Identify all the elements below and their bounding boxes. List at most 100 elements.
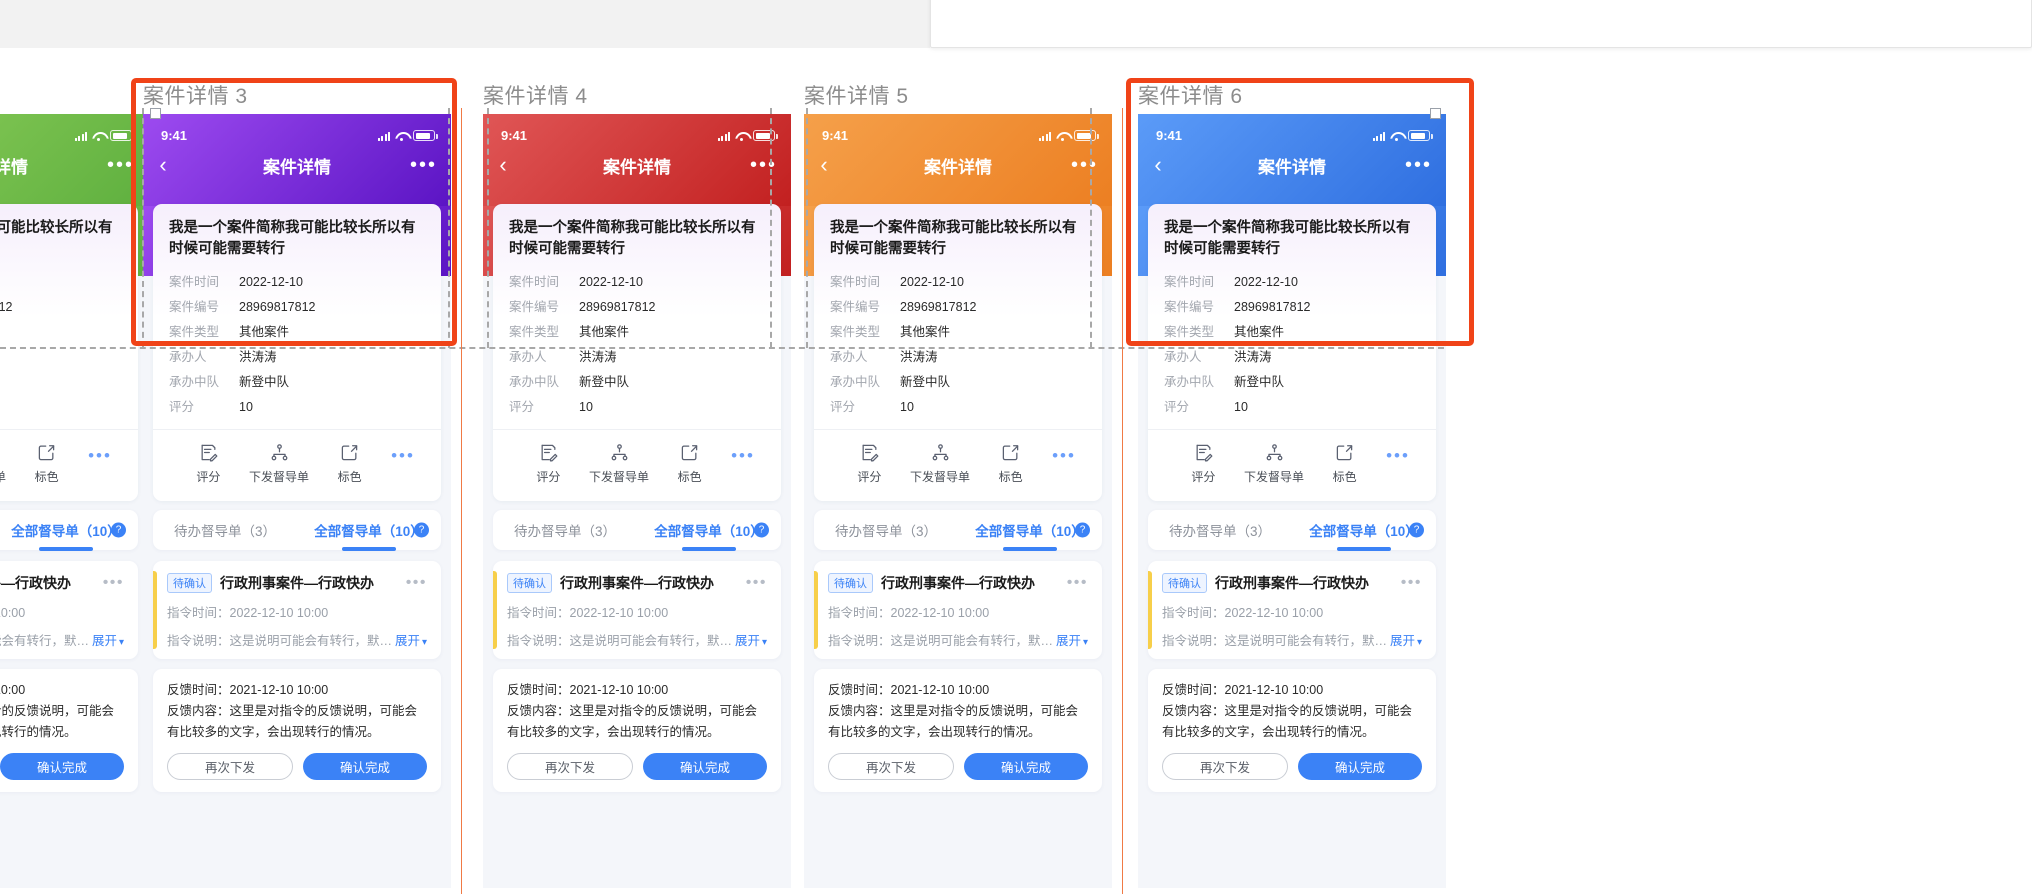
selection-handle-frame-3[interactable]	[150, 108, 161, 119]
action-more-button[interactable]: •••	[385, 442, 421, 466]
instruction-header: 待确认 行政刑事案件—行政快办 •••	[507, 573, 767, 593]
navigation-bar: ‹ 案件详情 •••	[143, 143, 451, 187]
action-button-2[interactable]: 标色	[11, 442, 82, 485]
action-button-1[interactable]: 下发督导单	[905, 442, 976, 485]
case-detail-card: 我是一个案件简称我可能比较长所以有时候可能需要转行 案件时间 2022-12-1…	[814, 204, 1102, 501]
tab-0[interactable]: 待办督导单（3）	[814, 520, 958, 540]
action-button-1[interactable]: 下发督导单	[244, 442, 315, 485]
ellipsis-icon[interactable]: •••	[1067, 575, 1088, 590]
feedback-button-label: 确认完成	[679, 761, 730, 775]
help-icon[interactable]: ?	[414, 522, 429, 538]
tab-0[interactable]: 待办督导单（3）	[1148, 520, 1292, 540]
tab-0[interactable]: 待办督导单（3）	[493, 520, 637, 540]
ellipsis-icon[interactable]: •••	[746, 575, 767, 590]
artboard-case-detail-3[interactable]: 案件详情 3 9:41 ‹ 案件详情 ••• 我是一个案件简称我可能比较长所以有…	[143, 84, 451, 888]
action-button-1[interactable]: 下发督导单	[0, 442, 11, 485]
page-title: 案件详情	[1258, 157, 1326, 177]
battery-icon	[1074, 130, 1099, 141]
ellipsis-icon[interactable]: •••	[103, 575, 124, 590]
action-more-button[interactable]: •••	[82, 442, 118, 466]
tab-label: 全部督导单（10）	[314, 524, 424, 539]
signal-bars-icon	[1038, 131, 1051, 141]
org-tree-icon	[0, 442, 11, 462]
instruction-card[interactable]: 待确认 行政刑事案件—行政快办 ••• 指令时间：2022-12-10 10:0…	[153, 561, 441, 659]
action-button-2[interactable]: 标色	[314, 442, 385, 485]
feedback-button-1[interactable]: 确认完成	[643, 753, 767, 780]
alignment-guide-vertical-c4l	[487, 108, 489, 348]
detail-row-key: 案件类型	[1164, 325, 1215, 339]
help-icon[interactable]: ?	[1409, 522, 1424, 538]
action-button-1[interactable]: 下发督导单	[584, 442, 655, 485]
action-button-0[interactable]: 评分	[834, 442, 905, 485]
action-button-0[interactable]: 评分	[513, 442, 584, 485]
org-tree-icon	[905, 442, 976, 462]
smart-guide-left	[461, 108, 462, 894]
ellipsis-icon: •••	[88, 446, 112, 465]
help-icon[interactable]: ?	[754, 522, 769, 538]
feedback-button-0[interactable]: 再次下发	[828, 753, 954, 780]
tab-0[interactable]: 待办督导单（3）	[153, 520, 297, 540]
tab-strip: 待办督导单（3） 全部督导单（10） ?	[0, 510, 138, 550]
instruction-card[interactable]: 待确认 行政刑事案件—行政快办 ••• 指令时间：2022-12-10 10:0…	[1148, 561, 1436, 659]
artboard-case-detail-5[interactable]: 案件详情 5 9:41 ‹ 案件详情 ••• 我是一个案件简称我可能比较长所以有…	[804, 84, 1112, 888]
wifi-icon	[735, 131, 748, 141]
detail-row-value: 10	[239, 400, 253, 414]
ellipsis-icon[interactable]: •••	[107, 155, 134, 175]
action-more-button[interactable]: •••	[1046, 442, 1082, 466]
feedback-button-0[interactable]: 再次下发	[507, 753, 633, 780]
action-button-2[interactable]: 标色	[975, 442, 1046, 485]
feedback-time: 反馈时间：2021-12-10 10:00	[828, 683, 990, 697]
action-button-2[interactable]: 标色	[1309, 442, 1380, 485]
ellipsis-icon[interactable]: •••	[750, 155, 777, 175]
detail-row: 案件类型 其他案件	[509, 320, 765, 345]
ellipsis-icon[interactable]: •••	[1071, 155, 1098, 175]
feedback-button-1[interactable]: 确认完成	[303, 753, 427, 780]
phone-content: 我是一个案件简称我可能比较长所以有时候可能需要转行 案件时间 2022-12-1…	[0, 204, 148, 792]
feedback-content-line1: 反馈内容：这里是对指令的反馈说明，可能会	[167, 704, 418, 718]
feedback-button-0[interactable]: 再次下发	[1162, 753, 1288, 780]
alignment-guide-vertical-c5l	[806, 108, 808, 348]
action-more-button[interactable]: •••	[1380, 442, 1416, 466]
artboard-case-detail-6[interactable]: 案件详情 6 9:41 ‹ 案件详情 ••• 我是一个案件简称我可能比较长所以有…	[1138, 84, 1446, 888]
selection-handle-frame-6[interactable]	[1430, 108, 1441, 119]
help-icon[interactable]: ?	[1075, 522, 1090, 538]
feedback-button-1[interactable]: 确认完成	[1298, 753, 1422, 780]
feedback-button-1[interactable]: 确认完成	[964, 753, 1088, 780]
signal-bars-icon	[377, 131, 390, 141]
case-title: 我是一个案件简称我可能比较长所以有时候可能需要转行	[1164, 220, 1411, 257]
artboard-case-detail-4[interactable]: 案件详情 4 9:41 ‹ 案件详情 ••• 我是一个案件简称我可能比较长所以有…	[483, 84, 791, 888]
action-button-1[interactable]: 下发督导单	[1239, 442, 1310, 485]
case-title: 我是一个案件简称我可能比较长所以有时候可能需要转行	[169, 220, 416, 257]
case-detail-card: 我是一个案件简称我可能比较长所以有时候可能需要转行 案件时间 2022-12-1…	[0, 204, 138, 501]
detail-row-value: 其他案件	[1234, 325, 1285, 339]
ellipsis-icon: •••	[731, 446, 755, 465]
expand-button[interactable]: 展开 ▾	[395, 630, 427, 649]
feedback-card: 反馈时间：2021-12-10 10:00 反馈内容：这里是对指令的反馈说明，可…	[814, 669, 1102, 792]
feedback-button-0[interactable]: 再次下发	[167, 753, 293, 780]
action-button-0[interactable]: 评分	[1168, 442, 1239, 485]
status-time: 9:41	[501, 128, 528, 143]
detail-row-value: 28969817812	[239, 300, 316, 314]
action-more-button[interactable]: •••	[725, 442, 761, 466]
expand-button[interactable]: 展开 ▾	[1056, 630, 1088, 649]
expand-button[interactable]: 展开 ▾	[735, 630, 767, 649]
artboard-case-detail-2[interactable]: 案件详情 2 9:41 ‹ 案件详情 ••• 我是一个案件简称我可能比较长所以有…	[0, 84, 148, 888]
action-button-0[interactable]: 评分	[173, 442, 244, 485]
feedback-button-1[interactable]: 确认完成	[0, 753, 124, 780]
action-button-2[interactable]: 标色	[654, 442, 725, 485]
help-icon[interactable]: ?	[111, 522, 126, 538]
instruction-time-row: 指令时间：2022-12-10 10:00	[167, 602, 427, 621]
instruction-card[interactable]: 待确认 行政刑事案件—行政快办 ••• 指令时间：2022-12-10 10:0…	[814, 561, 1102, 659]
expand-button[interactable]: 展开 ▾	[92, 630, 124, 649]
detail-row: 案件时间 2022-12-10	[1164, 270, 1420, 295]
expand-button[interactable]: 展开 ▾	[1390, 630, 1422, 649]
instruction-card[interactable]: 待确认 行政刑事案件—行政快办 ••• 指令时间：2022-12-10 10:0…	[493, 561, 781, 659]
detail-row-value: 10	[1234, 400, 1248, 414]
ellipsis-icon[interactable]: •••	[406, 575, 427, 590]
ellipsis-icon[interactable]: •••	[1401, 575, 1422, 590]
ellipsis-icon[interactable]: •••	[410, 155, 437, 175]
ellipsis-icon[interactable]: •••	[1405, 155, 1432, 175]
feedback-content-line1: 反馈内容：这里是对指令的反馈说明，可能会	[0, 704, 115, 718]
action-bar: 评分 下发督导单 标色 •••	[0, 430, 122, 491]
instruction-card[interactable]: 待确认 行政刑事案件—行政快办 ••• 指令时间：2022-12-10 10:0…	[0, 561, 138, 659]
